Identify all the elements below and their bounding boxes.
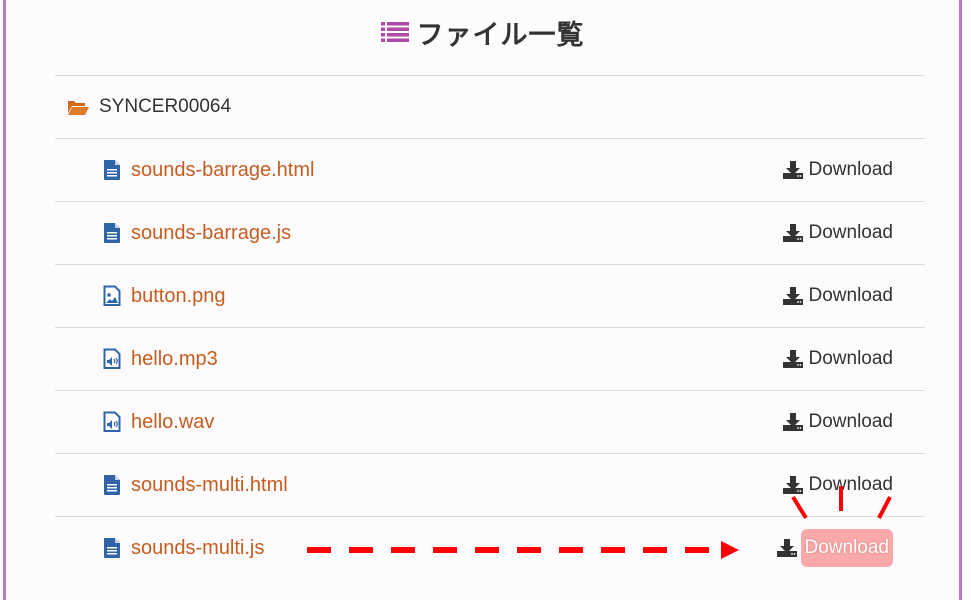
file-text-icon <box>102 159 122 181</box>
file-row: sounds-barrage.js Download <box>55 202 925 264</box>
download-button[interactable]: Download <box>776 529 893 567</box>
download-label: Download <box>808 348 894 369</box>
file-row: hello.mp3 Download <box>55 328 925 390</box>
download-icon <box>776 539 797 557</box>
download-button[interactable]: Download <box>782 474 894 496</box>
download-button[interactable]: Download <box>782 222 894 244</box>
file-link[interactable]: sounds-barrage.js <box>131 222 291 245</box>
list-icon <box>380 22 409 42</box>
file-link[interactable]: sounds-barrage.html <box>131 159 314 182</box>
download-button[interactable]: Download <box>782 411 894 433</box>
folder-open-icon <box>68 101 89 115</box>
download-icon <box>782 287 803 305</box>
download-button[interactable]: Download <box>782 348 894 370</box>
file-row: hello.wav Download <box>55 391 925 453</box>
page-title: ファイル一覧 <box>6 14 959 51</box>
download-label: Download <box>808 474 894 495</box>
file-row: button.png Download <box>55 265 925 327</box>
file-link[interactable]: sounds-multi.html <box>131 474 288 497</box>
download-button[interactable]: Download <box>782 285 894 307</box>
file-link[interactable]: hello.mp3 <box>131 348 218 371</box>
file-list: SYNCER00064 sounds-barrage.html Download… <box>55 75 925 579</box>
file-list-panel: ファイル一覧 SYNCER00064 sounds-barrage.html D… <box>3 0 962 600</box>
file-image-icon <box>102 285 122 307</box>
download-icon <box>782 350 803 368</box>
download-icon <box>782 224 803 242</box>
download-icon <box>782 476 803 494</box>
folder-name: SYNCER00064 <box>99 96 232 117</box>
download-icon <box>782 413 803 431</box>
file-text-icon <box>102 537 122 559</box>
title-text: ファイル一覧 <box>416 19 585 51</box>
file-audio-icon <box>102 411 122 433</box>
download-label: Download <box>808 285 894 306</box>
download-button[interactable]: Download <box>782 159 894 181</box>
file-row: sounds-multi.html Download <box>55 454 925 516</box>
download-label: Download <box>800 529 893 567</box>
file-audio-icon <box>102 348 122 370</box>
folder-row[interactable]: SYNCER00064 <box>55 76 925 138</box>
file-text-icon <box>102 474 122 496</box>
file-link[interactable]: button.png <box>131 285 226 308</box>
file-row: sounds-barrage.html Download <box>55 139 925 201</box>
file-text-icon <box>102 222 122 244</box>
file-link[interactable]: hello.wav <box>131 411 214 434</box>
file-link[interactable]: sounds-multi.js <box>131 537 264 560</box>
file-row: sounds-multi.js Download <box>55 517 925 579</box>
download-icon <box>782 161 803 179</box>
download-label: Download <box>808 222 894 243</box>
download-label: Download <box>808 159 894 180</box>
download-label: Download <box>808 411 894 432</box>
